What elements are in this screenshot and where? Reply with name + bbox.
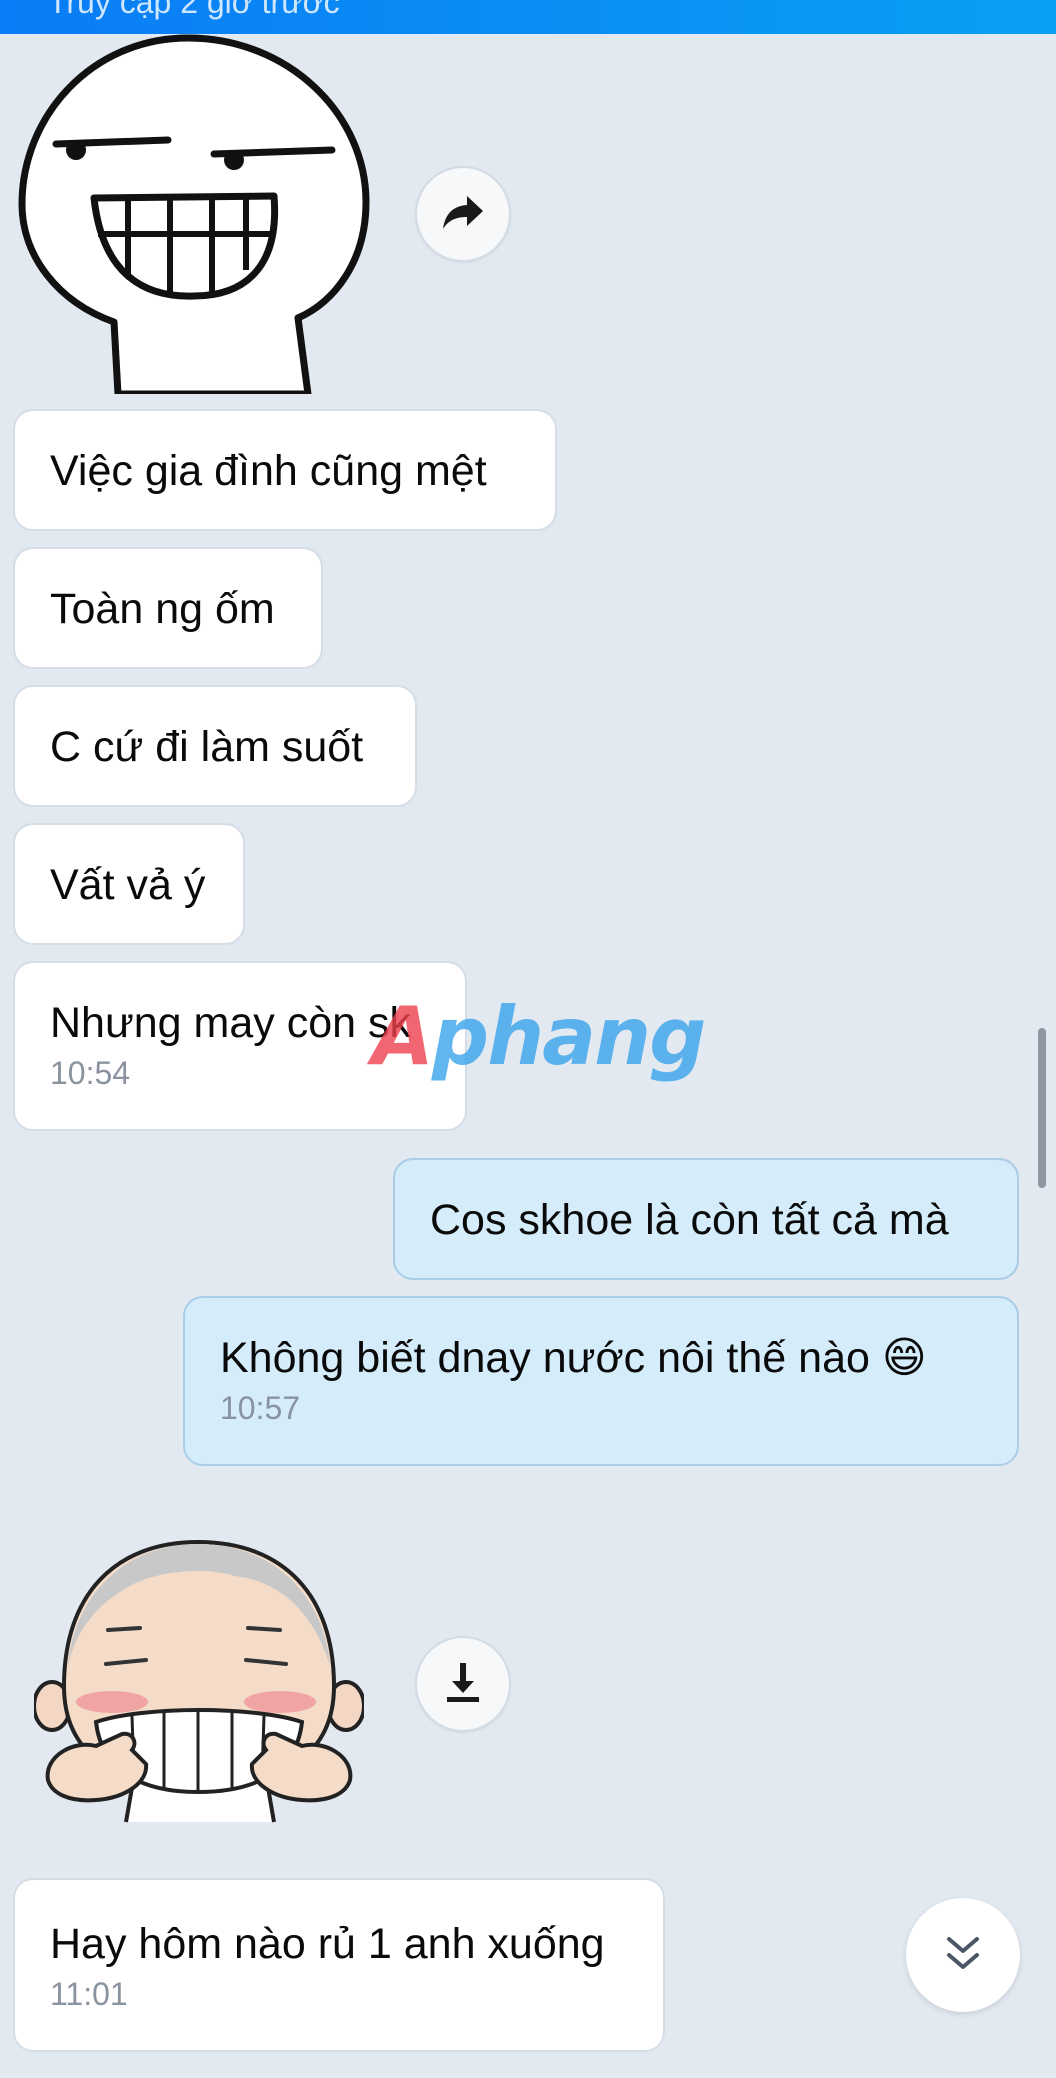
outgoing-message[interactable]: Không biết dnay nước nôi thế nào 😄 10:57 bbox=[183, 1296, 1019, 1466]
message-text: Hay hôm nào rủ 1 anh xuống bbox=[50, 1920, 605, 1968]
message-text: C cứ đi làm suốt bbox=[50, 723, 364, 771]
double-chevron-down-icon bbox=[943, 1933, 983, 1978]
incoming-message[interactable]: C cứ đi làm suốt bbox=[13, 685, 417, 807]
download-button[interactable] bbox=[415, 1636, 511, 1732]
scroll-to-bottom-button[interactable] bbox=[906, 1898, 1020, 2012]
incoming-message[interactable]: Hay hôm nào rủ 1 anh xuống 11:01 bbox=[13, 1878, 665, 2052]
message-text: Vất vả ý bbox=[50, 861, 206, 909]
message-time: 11:01 bbox=[50, 1976, 128, 2012]
message-text: Không biết dnay nước nôi thế nào 😄 bbox=[220, 1334, 927, 1382]
message-text: Việc gia đình cũng mệt bbox=[50, 447, 487, 495]
chat-header: Truy cập 2 giờ trước bbox=[0, 0, 1056, 34]
message-text: Toàn ng ốm bbox=[50, 585, 275, 633]
watermark-logo: Aphang bbox=[372, 990, 706, 1083]
message-text: Cos skhoe là còn tất cả mà bbox=[430, 1196, 949, 1244]
thumbs-up-smiling-sticker[interactable] bbox=[32, 1536, 366, 1824]
download-icon bbox=[443, 1661, 483, 1708]
grinning-face-sticker[interactable] bbox=[18, 34, 372, 398]
forward-button[interactable] bbox=[415, 166, 511, 262]
incoming-message[interactable]: Vất vả ý bbox=[13, 823, 245, 945]
last-seen-status: Truy cập 2 giờ trước bbox=[48, 0, 340, 20]
message-time: 10:57 bbox=[220, 1390, 301, 1426]
incoming-message[interactable]: Toàn ng ốm bbox=[13, 547, 323, 669]
outgoing-message[interactable]: Cos skhoe là còn tất cả mà bbox=[393, 1158, 1019, 1280]
scrollbar[interactable] bbox=[1038, 1028, 1046, 1188]
incoming-message[interactable]: Việc gia đình cũng mệt bbox=[13, 409, 557, 531]
share-forward-icon bbox=[441, 192, 485, 237]
